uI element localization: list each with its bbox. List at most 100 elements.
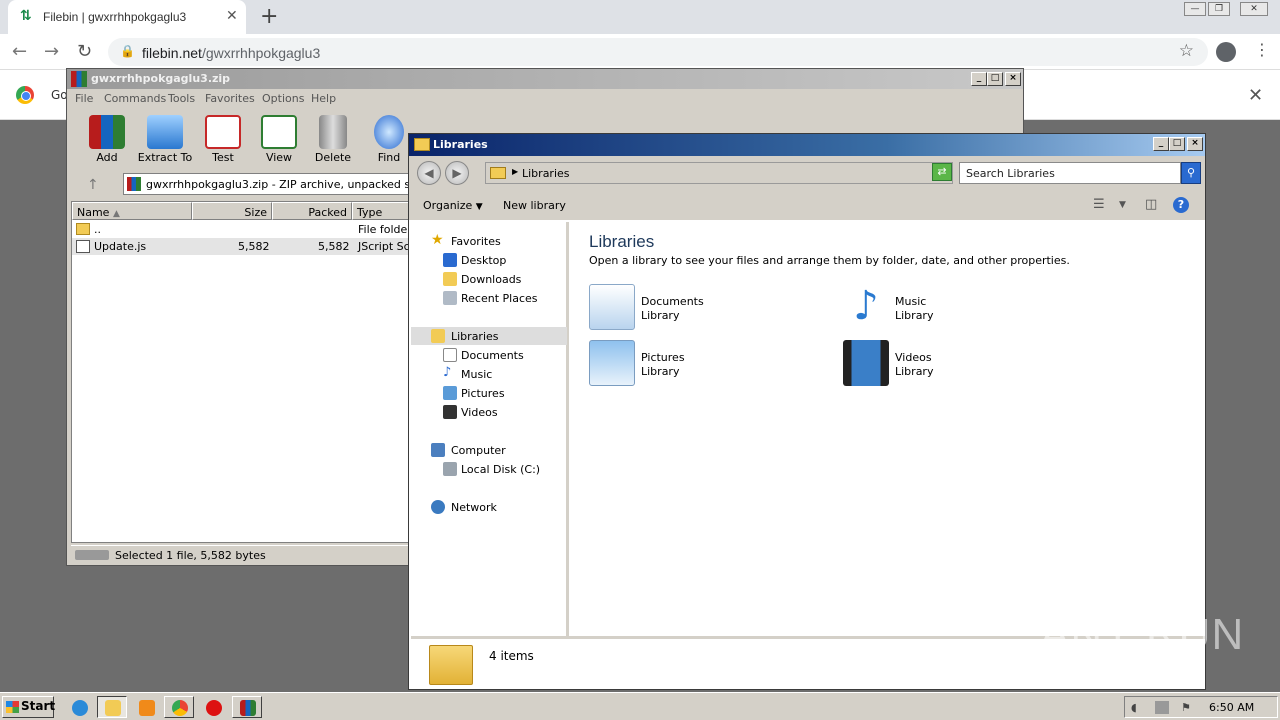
up-arrow-icon[interactable]: ↑ (87, 177, 99, 193)
browser-tab[interactable]: ⇅ Filebin | gwxrrhhpokgaglu3 ✕ (8, 0, 246, 34)
nav-network-label: Network (451, 501, 497, 514)
taskbar-chrome[interactable] (164, 696, 194, 718)
winrar-maximize-button[interactable]: □ (987, 72, 1003, 86)
library-name: Pictures (641, 351, 685, 364)
library-videos[interactable]: Videos Library (843, 340, 1043, 388)
new-library-button[interactable]: New library (503, 199, 566, 212)
start-button[interactable]: Start (2, 696, 55, 718)
explorer-maximize-button[interactable]: □ (1169, 137, 1185, 151)
bookmark-star-icon[interactable]: ☆ (1179, 41, 1194, 61)
videos-icon (443, 405, 457, 419)
change-view-icon[interactable]: ☰ (1093, 197, 1105, 212)
nav-favorites[interactable]: ★ Favorites (411, 232, 567, 250)
library-kind: Library (895, 365, 934, 378)
winrar-menu-bar: File Commands Tools Favorites Options He… (67, 89, 1023, 107)
window-close-button[interactable]: ✕ (1240, 2, 1268, 16)
browser-toolbar: ← → ↻ 🔒 filebin.net/gwxrrhhpokgaglu3 ☆ ⋮ (0, 34, 1280, 70)
taskbar-explorer[interactable] (97, 696, 127, 718)
view-button[interactable]: View (251, 115, 307, 164)
delete-button[interactable]: Delete (305, 115, 361, 164)
nav-libraries[interactable]: Libraries (411, 327, 567, 345)
address-bar[interactable]: 🔒 filebin.net/gwxrrhhpokgaglu3 ☆ (108, 38, 1208, 66)
library-music[interactable]: ♪ Music Library (843, 284, 1043, 332)
back-arrow-icon[interactable]: ← (12, 41, 27, 62)
url-host: filebin.net (142, 45, 202, 61)
nav-documents[interactable]: Documents (411, 346, 567, 364)
test-button[interactable]: Test (195, 115, 251, 164)
view-options-chevron-icon[interactable]: ▼ (1119, 200, 1126, 210)
nav-videos[interactable]: Videos (411, 403, 567, 421)
menu-commands[interactable]: Commands (104, 92, 166, 105)
network-tray-icon[interactable] (1155, 701, 1169, 714)
account-avatar-icon[interactable] (1216, 42, 1236, 62)
volume-icon[interactable]: ◖ (1131, 701, 1145, 714)
forward-button-icon[interactable]: ▶ (445, 161, 469, 185)
nav-downloads[interactable]: Downloads (411, 270, 567, 288)
search-input[interactable]: Search Libraries (959, 162, 1181, 184)
music-library-icon: ♪ (853, 283, 879, 329)
back-button-icon[interactable]: ◀ (417, 161, 441, 185)
organize-button[interactable]: Organize ▼ (423, 199, 483, 212)
breadcrumb-arrow-icon[interactable]: ▶ (512, 167, 518, 176)
explorer-minimize-button[interactable]: _ (1153, 137, 1169, 151)
hard-drive-icon (443, 462, 457, 476)
infobar-close-icon[interactable]: ✕ (1248, 85, 1263, 106)
documents-icon (443, 348, 457, 362)
winrar-minimize-button[interactable]: _ (971, 72, 987, 86)
libraries-folder-icon (414, 138, 430, 151)
view-book-icon (261, 115, 297, 149)
nav-network[interactable]: Network (411, 498, 567, 516)
winrar-close-button[interactable]: × (1005, 72, 1021, 86)
search-icon[interactable]: ⚲ (1181, 162, 1201, 184)
nav-local-disk[interactable]: Local Disk (C:) (411, 460, 567, 478)
tab-close-icon[interactable]: ✕ (226, 8, 238, 24)
nav-local-disk-label: Local Disk (C:) (461, 463, 541, 476)
forward-arrow-icon[interactable]: → (44, 41, 59, 62)
breadcrumb[interactable]: ▶ Libraries ▼ (485, 162, 953, 184)
action-center-flag-icon[interactable]: ⚑ (1181, 701, 1195, 714)
address-bar-url: filebin.net/gwxrrhhpokgaglu3 (142, 45, 320, 61)
desktop-icon (443, 253, 457, 267)
clock[interactable]: 6:50 AM (1209, 701, 1254, 714)
browser-menu-icon[interactable]: ⋮ (1254, 40, 1270, 59)
opera-icon (206, 700, 222, 716)
window-restore-button[interactable]: ❐ (1208, 2, 1230, 16)
window-minimize-button[interactable]: — (1184, 2, 1206, 16)
library-pictures[interactable]: Pictures Library (589, 340, 789, 388)
winrar-title-bar[interactable]: gwxrrhhpokgaglu3.zip _ □ × (67, 69, 1023, 89)
search-placeholder: Search Libraries (966, 167, 1055, 180)
menu-tools[interactable]: Tools (168, 92, 195, 105)
menu-options[interactable]: Options (262, 92, 304, 105)
file-name: Update.js (94, 240, 147, 253)
taskbar-winrar[interactable] (232, 696, 262, 718)
nav-favorites-label: Favorites (451, 235, 501, 248)
library-documents[interactable]: Documents Library (589, 284, 789, 332)
refresh-icon[interactable]: ⇄ (932, 163, 952, 181)
nav-desktop[interactable]: Desktop (411, 251, 567, 269)
column-size[interactable]: Size (192, 202, 272, 220)
nav-recent-places-label: Recent Places (461, 292, 538, 305)
recent-places-icon (443, 291, 457, 305)
nav-computer[interactable]: Computer (411, 441, 567, 459)
reload-icon[interactable]: ↻ (77, 41, 92, 62)
column-packed[interactable]: Packed (272, 202, 352, 220)
menu-help[interactable]: Help (311, 92, 336, 105)
column-name[interactable]: Name ▲ (72, 202, 192, 220)
nav-recent-places[interactable]: Recent Places (411, 289, 567, 307)
menu-file[interactable]: File (75, 92, 93, 105)
browser-tab-strip: ⇅ Filebin | gwxrrhhpokgaglu3 ✕ + — ❐ ✕ (0, 0, 1280, 34)
explorer-close-button[interactable]: × (1187, 137, 1203, 151)
nav-pictures[interactable]: Pictures (411, 384, 567, 402)
taskbar-media-player[interactable] (131, 696, 161, 718)
add-button[interactable]: Add (79, 115, 135, 164)
new-tab-icon[interactable]: + (260, 4, 278, 29)
menu-favorites[interactable]: Favorites (205, 92, 255, 105)
preview-pane-icon[interactable]: ◫ (1145, 197, 1157, 212)
taskbar-ie[interactable] (64, 696, 94, 718)
extract-to-button[interactable]: Extract To (137, 115, 193, 164)
taskbar-opera[interactable] (198, 696, 228, 718)
nav-music[interactable]: ♪ Music (411, 365, 567, 383)
explorer-title-bar[interactable]: Libraries _ □ × (409, 134, 1205, 156)
breadcrumb-libraries[interactable]: Libraries (522, 167, 570, 180)
help-icon[interactable]: ? (1173, 197, 1189, 213)
